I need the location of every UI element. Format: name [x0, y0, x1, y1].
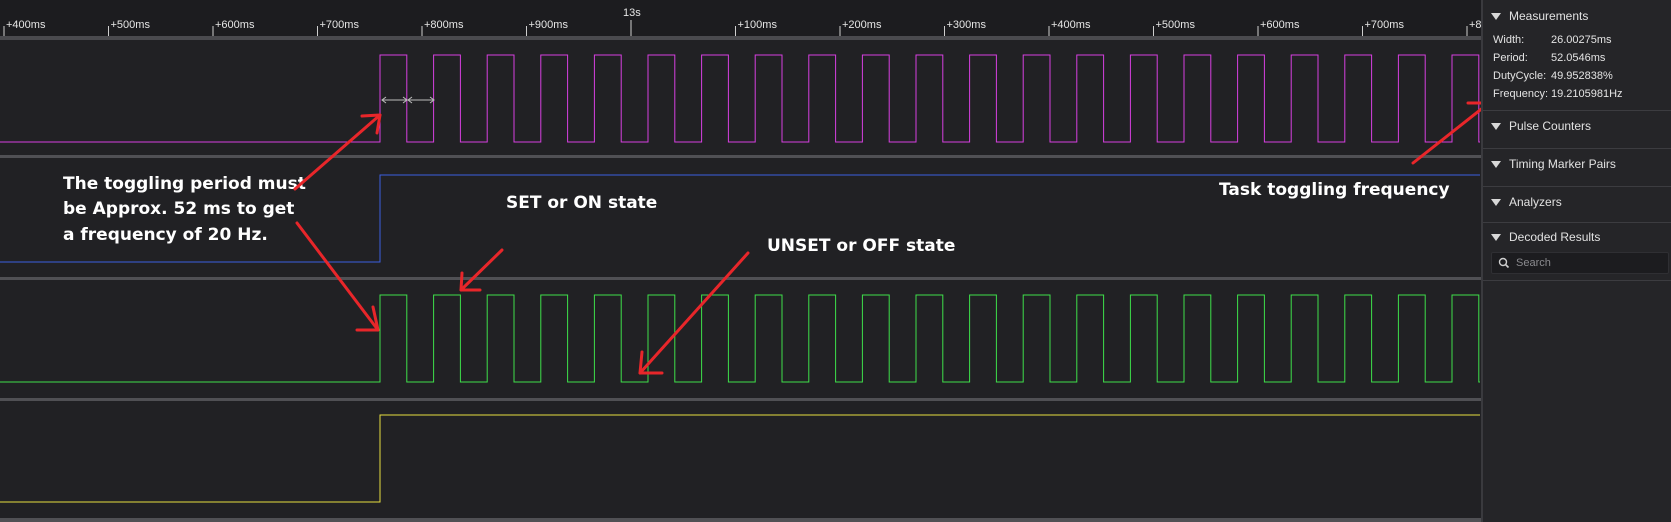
set-state-label: SET or ON state	[506, 193, 657, 213]
collapse-triangle-icon	[1491, 233, 1501, 241]
timeline-tick-label: +900ms	[529, 19, 569, 31]
measurement-label: Period:	[1493, 52, 1528, 64]
ruler-bar	[0, 36, 1481, 40]
waveform-canvas[interactable]: +400ms +500ms +600ms +700ms +800ms +900ms 13s +…	[0, 0, 1481, 522]
channel-2-waveform	[0, 294, 1480, 383]
timeline-tick-label: +700ms	[1365, 19, 1405, 31]
decoded-results-title: Decoded Results	[1509, 230, 1601, 244]
decoded-results-section-header[interactable]: Decoded Results	[1483, 227, 1671, 247]
search-input[interactable]	[1514, 256, 1658, 270]
section-divider	[1483, 222, 1671, 223]
task-frequency-label: Task toggling frequency	[1219, 180, 1450, 200]
arrow-to-ch0-rise	[293, 113, 382, 191]
search-icon	[1498, 257, 1510, 269]
measurement-row-period: Period: 52.0546ms	[1493, 52, 1605, 64]
timeline-tick-label: +800ms	[424, 19, 464, 31]
collapse-triangle-icon	[1491, 160, 1501, 168]
waveform-view[interactable]: +400ms +500ms +600ms +700ms +800ms +900ms 13s +…	[0, 0, 1481, 522]
collapse-triangle-icon	[1491, 198, 1501, 206]
collapse-triangle-icon	[1491, 12, 1501, 20]
timeline-tick-label: +200ms	[842, 19, 882, 31]
arrow-to-frequency	[1411, 101, 1481, 165]
timeline-tick-label: +8	[1469, 19, 1481, 31]
channel-separator	[0, 398, 1481, 401]
unset-state-label: UNSET or OFF state	[767, 236, 955, 256]
timing-marker-pairs-section-header[interactable]: Timing Marker Pairs	[1483, 154, 1671, 174]
width-measure-marker	[381, 96, 435, 104]
measurement-row-width: Width: 26.00275ms	[1493, 34, 1612, 46]
channel-separator	[0, 518, 1481, 522]
timeline-tick-label: +500ms	[111, 19, 151, 31]
timeline-tick-label: 13s	[623, 7, 641, 19]
channel-separator	[0, 277, 1481, 280]
channel-0-waveform	[0, 54, 1480, 143]
measurement-value: 52.0546ms	[1551, 52, 1606, 64]
arrow-to-set-state	[459, 248, 504, 292]
timeline-ruler[interactable]: +400ms +500ms +600ms +700ms +800ms +900ms 13s +…	[0, 0, 1481, 40]
measurement-value: 19.2105981Hz	[1551, 88, 1623, 100]
channel-3-waveform	[0, 414, 1480, 503]
channel-separator	[0, 155, 1481, 158]
measurement-row-frequency: Frequency: 19.2105981Hz	[1493, 88, 1623, 100]
measurements-title: Measurements	[1509, 9, 1589, 23]
measurement-label: DutyCycle:	[1493, 70, 1547, 82]
timeline-tick-label: +600ms	[1260, 19, 1300, 31]
timeline-tick-label: +600ms	[215, 19, 255, 31]
timeline-tick-label: +400ms	[6, 19, 46, 31]
section-divider	[1483, 110, 1671, 111]
timeline-tick-label: +500ms	[1156, 19, 1196, 31]
pulse-counters-section-header[interactable]: Pulse Counters	[1483, 116, 1671, 136]
pulse-counters-title: Pulse Counters	[1509, 119, 1592, 133]
period-note-line1: The toggling period must	[63, 174, 306, 194]
section-divider	[1483, 186, 1671, 187]
analyzers-section-header[interactable]: Analyzers	[1483, 192, 1671, 212]
timeline-tick-label: +300ms	[947, 19, 987, 31]
section-divider	[1483, 148, 1671, 149]
collapse-triangle-icon	[1491, 122, 1501, 130]
search-box[interactable]	[1491, 252, 1669, 274]
analyzers-title: Analyzers	[1509, 195, 1562, 209]
timeline-tick-label: +700ms	[320, 19, 360, 31]
sidebar-panel: Measurements Width: 26.00275ms Period: 52.…	[1481, 0, 1671, 522]
measurements-section-header[interactable]: Measurements	[1483, 6, 1671, 26]
period-note-line3: a frequency of 20 Hz.	[63, 225, 268, 245]
measurement-value: 49.952838%	[1551, 70, 1613, 82]
measurement-value: 26.00275ms	[1551, 34, 1612, 46]
measurement-row-dutycycle: DutyCycle: 49.952838%	[1493, 70, 1613, 82]
measurement-label: Width:	[1493, 34, 1525, 46]
period-note-line2: be Approx. 52 ms to get	[63, 199, 294, 219]
measurement-label: Frequency:	[1493, 88, 1549, 100]
arrow-to-unset-state	[638, 251, 750, 375]
section-divider	[1483, 280, 1671, 281]
arrow-to-ch2-rise	[295, 221, 380, 332]
timing-marker-pairs-title: Timing Marker Pairs	[1509, 157, 1616, 171]
timeline-tick-label: +100ms	[738, 19, 778, 31]
timeline-tick-label: +400ms	[1051, 19, 1091, 31]
